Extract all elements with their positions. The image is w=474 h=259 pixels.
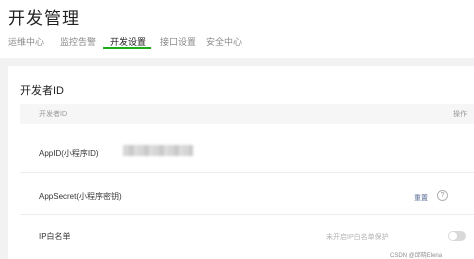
tab-security-center[interactable]: 安全中心 — [206, 35, 242, 48]
ip-whitelist-status: 未开启IP白名单保护 — [326, 234, 389, 241]
appsecret-label: AppSecret(小程序密钥) — [39, 192, 122, 201]
toggle-knob — [449, 232, 457, 240]
tab-monitoring-alerts[interactable]: 监控告警 — [60, 35, 96, 48]
ip-whitelist-toggle[interactable] — [448, 231, 466, 241]
ip-whitelist-label: IP白名单 — [39, 232, 71, 241]
developer-id-card: 开发者ID 开发者ID 操作 AppID(小程序ID) AppSecret(小程… — [8, 66, 474, 259]
header-bar: 开发管理 运维中心 监控告警 开发设置 接口设置 安全中心 — [0, 0, 474, 58]
tab-api-settings[interactable]: 接口设置 — [160, 35, 196, 48]
question-circle-icon[interactable]: ? — [437, 190, 448, 201]
section-title: 开发者ID — [20, 85, 64, 97]
appid-label: AppID(小程序ID) — [39, 149, 99, 158]
reset-secret-link[interactable]: 重置 — [414, 193, 428, 203]
column-header-actions: 操作 — [453, 111, 467, 118]
row-divider — [20, 214, 474, 215]
tab-ops-center[interactable]: 运维中心 — [8, 35, 44, 48]
tab-bar: 运维中心 监控告警 开发设置 接口设置 安全中心 — [0, 30, 474, 58]
table-header: 开发者ID 操作 — [20, 104, 474, 124]
appid-value-redacted — [123, 145, 193, 156]
watermark: CSDN @邱晓Elena — [390, 253, 443, 259]
page-title: 开发管理 — [8, 9, 80, 28]
row-divider — [20, 172, 474, 173]
column-header-developer-id: 开发者ID — [39, 111, 67, 118]
active-tab-indicator — [103, 47, 151, 49]
